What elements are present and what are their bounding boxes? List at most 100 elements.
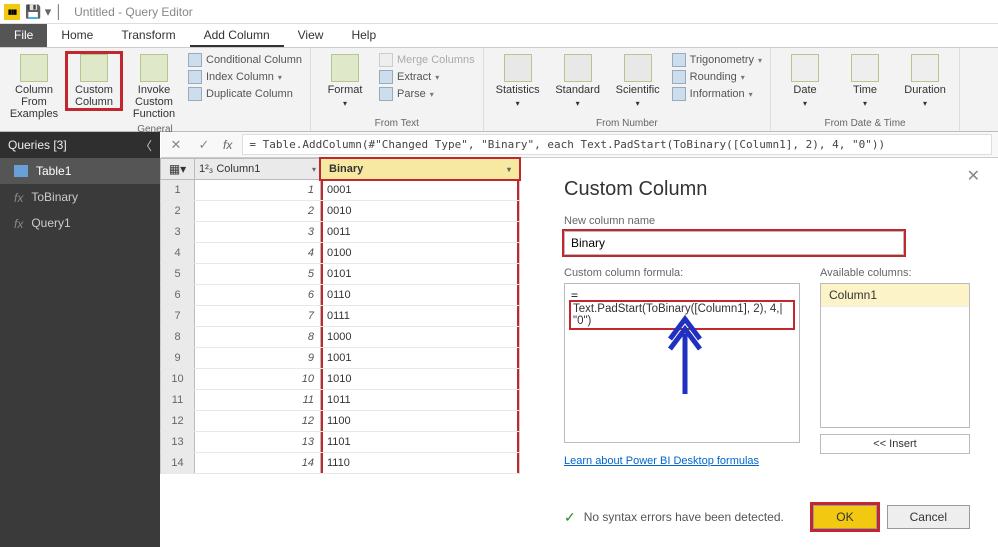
cancel-formula-icon[interactable]: ✕ — [167, 137, 185, 153]
tab-help[interactable]: Help — [337, 24, 390, 47]
cell-binary[interactable]: 1011 — [321, 390, 519, 410]
duration-button[interactable]: Duration▾ — [897, 52, 953, 112]
table-row[interactable]: 11111011 — [160, 390, 520, 411]
table-row[interactable]: 330011 — [160, 222, 520, 243]
tab-view[interactable]: View — [284, 24, 338, 47]
standard-button[interactable]: Standard▾ — [550, 52, 606, 112]
table-row[interactable]: 660110 — [160, 285, 520, 306]
cell-binary[interactable]: 1010 — [321, 369, 519, 389]
cell-binary[interactable]: 0110 — [321, 285, 519, 305]
row-header[interactable]: 12 — [161, 411, 195, 431]
table-row[interactable]: 13131101 — [160, 432, 520, 453]
row-header[interactable]: 10 — [161, 369, 195, 389]
cell-binary[interactable]: 0010 — [321, 201, 519, 221]
cell-column1[interactable]: 2 — [195, 201, 321, 221]
learn-link[interactable]: Learn about Power BI Desktop formulas — [564, 455, 759, 467]
row-header[interactable]: 8 — [161, 327, 195, 347]
cell-column1[interactable]: 8 — [195, 327, 321, 347]
queries-header[interactable]: Queries [3] 〈 — [0, 132, 160, 158]
row-header[interactable]: 3 — [161, 222, 195, 242]
query-item-query1[interactable]: fxQuery1 — [0, 210, 160, 236]
cell-column1[interactable]: 14 — [195, 453, 321, 473]
available-column-item[interactable]: Column1 — [821, 284, 969, 307]
format-button[interactable]: Format▾ — [317, 52, 373, 112]
commit-formula-icon[interactable]: ✓ — [195, 137, 213, 153]
cell-column1[interactable]: 13 — [195, 432, 321, 452]
collapse-queries-icon[interactable]: 〈 — [140, 137, 152, 154]
table-row[interactable]: 770111 — [160, 306, 520, 327]
cell-binary[interactable]: 1101 — [321, 432, 519, 452]
cell-column1[interactable]: 10 — [195, 369, 321, 389]
insert-button[interactable]: << Insert — [820, 434, 970, 454]
formula-editor[interactable]: = Text.PadStart(ToBinary([Column1], 2), … — [564, 283, 800, 443]
row-header[interactable]: 5 — [161, 264, 195, 284]
row-header[interactable]: 4 — [161, 243, 195, 263]
ok-button[interactable]: OK — [813, 505, 876, 529]
cell-column1[interactable]: 3 — [195, 222, 321, 242]
merge-columns-button[interactable]: Merge Columns — [377, 52, 477, 68]
cell-column1[interactable]: 6 — [195, 285, 321, 305]
tab-file[interactable]: File — [0, 24, 47, 47]
time-button[interactable]: Time▾ — [837, 52, 893, 112]
table-row[interactable]: 14141110 — [160, 453, 520, 474]
date-button[interactable]: Date▾ — [777, 52, 833, 112]
column-header-column1[interactable]: 1²₃ Column1▾ — [195, 159, 321, 179]
cell-binary[interactable]: 0100 — [321, 243, 519, 263]
cell-binary[interactable]: 0101 — [321, 264, 519, 284]
query-item-table1[interactable]: Table1 — [0, 158, 160, 184]
tab-transform[interactable]: Transform — [107, 24, 189, 47]
select-all-cell[interactable]: ▦▾ — [161, 159, 195, 179]
custom-column-button[interactable]: Custom Column — [66, 52, 122, 110]
table-row[interactable]: 440100 — [160, 243, 520, 264]
row-header[interactable]: 13 — [161, 432, 195, 452]
row-header[interactable]: 14 — [161, 453, 195, 473]
cell-column1[interactable]: 4 — [195, 243, 321, 263]
tab-home[interactable]: Home — [47, 24, 107, 47]
cell-column1[interactable]: 5 — [195, 264, 321, 284]
cell-column1[interactable]: 9 — [195, 348, 321, 368]
available-columns-list[interactable]: Column1 — [820, 283, 970, 428]
table-row[interactable]: 12121100 — [160, 411, 520, 432]
cell-column1[interactable]: 12 — [195, 411, 321, 431]
query-item-tobinary[interactable]: fxToBinary — [0, 184, 160, 210]
row-header[interactable]: 1 — [161, 180, 195, 200]
cell-column1[interactable]: 11 — [195, 390, 321, 410]
cell-binary[interactable]: 1001 — [321, 348, 519, 368]
information-button[interactable]: Information — [670, 86, 764, 102]
table-row[interactable]: 991001 — [160, 348, 520, 369]
cell-binary[interactable]: 1000 — [321, 327, 519, 347]
table-row[interactable]: 220010 — [160, 201, 520, 222]
row-header[interactable]: 11 — [161, 390, 195, 410]
scientific-button[interactable]: Scientific▾ — [610, 52, 666, 112]
cell-column1[interactable]: 7 — [195, 306, 321, 326]
statistics-button[interactable]: Statistics▾ — [490, 52, 546, 112]
cell-binary[interactable]: 0001 — [321, 180, 519, 200]
table-row[interactable]: 10101010 — [160, 369, 520, 390]
column-header-binary[interactable]: Binary▾ — [321, 159, 519, 179]
cell-column1[interactable]: 1 — [195, 180, 321, 200]
row-header[interactable]: 7 — [161, 306, 195, 326]
cell-binary[interactable]: 1110 — [321, 453, 519, 473]
dialog-close-icon[interactable]: ✕ — [967, 166, 980, 186]
column-from-examples-button[interactable]: Column From Examples — [6, 52, 62, 122]
index-column-button[interactable]: Index Column — [186, 69, 304, 85]
table-row[interactable]: 550101 — [160, 264, 520, 285]
table-row[interactable]: 110001 — [160, 180, 520, 201]
row-header[interactable]: 6 — [161, 285, 195, 305]
trigonometry-button[interactable]: Trigonometry — [670, 52, 764, 68]
duplicate-column-button[interactable]: Duplicate Column — [186, 86, 304, 102]
invoke-custom-function-button[interactable]: Invoke Custom Function — [126, 52, 182, 122]
formula-input[interactable] — [242, 134, 992, 155]
cell-binary[interactable]: 0111 — [321, 306, 519, 326]
tab-add-column[interactable]: Add Column — [190, 24, 284, 47]
row-header[interactable]: 2 — [161, 201, 195, 221]
parse-button[interactable]: Parse — [377, 86, 477, 102]
quick-access-toolbar[interactable]: 💾 ▾ │ — [25, 4, 63, 20]
cancel-button[interactable]: Cancel — [887, 505, 970, 529]
conditional-column-button[interactable]: Conditional Column — [186, 52, 304, 68]
cell-binary[interactable]: 1100 — [321, 411, 519, 431]
table-row[interactable]: 881000 — [160, 327, 520, 348]
column-name-input[interactable] — [564, 231, 904, 255]
cell-binary[interactable]: 0011 — [321, 222, 519, 242]
row-header[interactable]: 9 — [161, 348, 195, 368]
